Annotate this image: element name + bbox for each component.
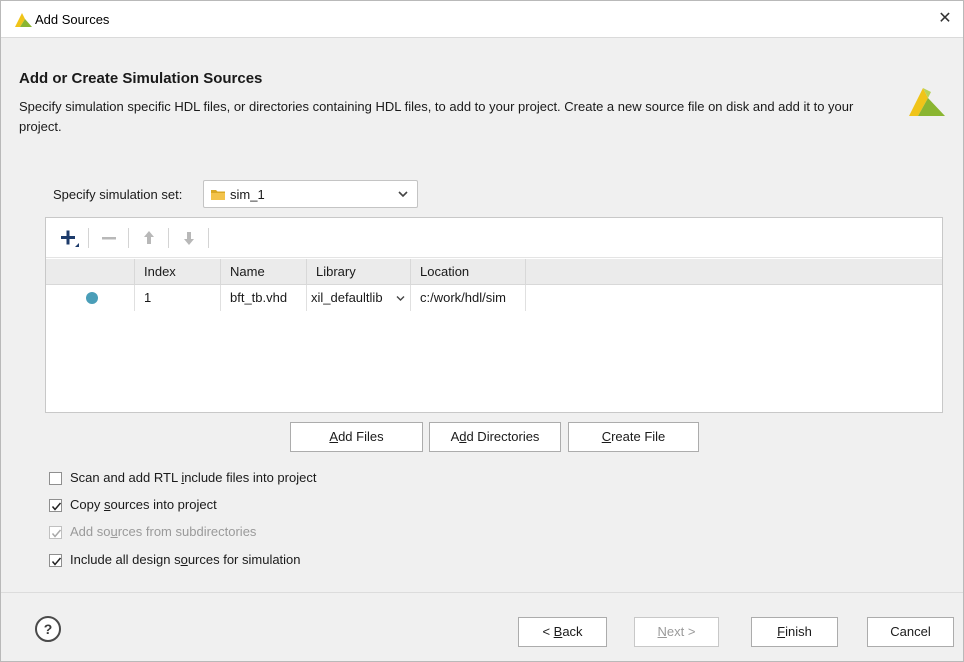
simulation-set-label: Specify simulation set: (53, 187, 183, 202)
wizard-header: Add or Create Simulation Sources Specify… (1, 38, 963, 149)
vivado-logo-icon (15, 13, 32, 27)
footer-divider (1, 592, 963, 593)
column-header-name[interactable]: Name (221, 259, 307, 284)
create-file-button[interactable]: Create File (568, 422, 699, 452)
add-files-button[interactable]: Add Files (290, 422, 423, 452)
checkbox-box (49, 499, 62, 512)
table-header: Index Name Library Location (46, 259, 942, 285)
library-value: xil_defaultlib (311, 290, 383, 305)
page-description: Specify simulation specific HDL files, o… (19, 99, 854, 134)
column-header-library[interactable]: Library (307, 259, 411, 284)
remove-icon[interactable] (98, 227, 120, 249)
table-toolbar (46, 218, 942, 258)
add-icon[interactable] (58, 227, 80, 249)
toolbar-separator (168, 228, 169, 248)
chevron-down-icon (398, 191, 408, 198)
checkbox-label: Scan and add RTL include files into proj… (70, 470, 317, 485)
status-dot-icon (86, 292, 98, 304)
move-up-icon[interactable] (138, 227, 160, 249)
simulation-set-dropdown[interactable]: sim_1 (203, 180, 418, 208)
move-down-icon[interactable] (178, 227, 200, 249)
toolbar-separator (208, 228, 209, 248)
chevron-down-icon (396, 296, 405, 301)
column-header-status (46, 259, 135, 284)
status-cell (46, 285, 135, 311)
next-button: Next > (634, 617, 719, 647)
simulation-set-value: sim_1 (230, 187, 265, 202)
checkmark-icon (51, 557, 62, 566)
page-title: Add or Create Simulation Sources (19, 70, 263, 87)
index-cell: 1 (135, 285, 221, 311)
library-dropdown[interactable]: xil_defaultlib (307, 285, 411, 311)
add-directories-button[interactable]: Add Directories (429, 422, 561, 452)
checkmark-icon (51, 529, 62, 538)
cancel-button[interactable]: Cancel (867, 617, 954, 647)
table-row[interactable]: 1 bft_tb.vhd xil_defaultlib c:/work/hdl/… (46, 285, 942, 311)
vivado-logo-icon (909, 88, 945, 116)
name-cell: bft_tb.vhd (221, 285, 307, 311)
checkmark-icon (51, 502, 62, 511)
checkbox-box (49, 472, 62, 485)
checkbox-box (49, 526, 62, 539)
help-icon[interactable]: ? (35, 616, 61, 642)
column-header-index[interactable]: Index (135, 259, 221, 284)
add-sources-dialog: Add Sources ✕ Add or Create Simulation S… (0, 0, 964, 662)
finish-button[interactable]: Finish (751, 617, 838, 647)
checkbox-label: Add sources from subdirectories (70, 524, 257, 539)
toolbar-separator (88, 228, 89, 248)
title-bar: Add Sources ✕ (1, 1, 963, 38)
window-title: Add Sources (35, 12, 110, 27)
column-header-location[interactable]: Location (411, 259, 526, 284)
checkbox-label: Copy sources into project (70, 497, 217, 512)
toolbar-separator (128, 228, 129, 248)
close-icon[interactable]: ✕ (935, 9, 955, 29)
checkbox-label: Include all design sources for simulatio… (70, 552, 301, 567)
back-button[interactable]: < Back (518, 617, 607, 647)
checkbox-box (49, 554, 62, 567)
folder-icon (211, 190, 225, 200)
location-cell: c:/work/hdl/sim (411, 285, 526, 311)
sources-table-panel: Index Name Library Location 1 bft_tb.vhd… (45, 217, 943, 413)
